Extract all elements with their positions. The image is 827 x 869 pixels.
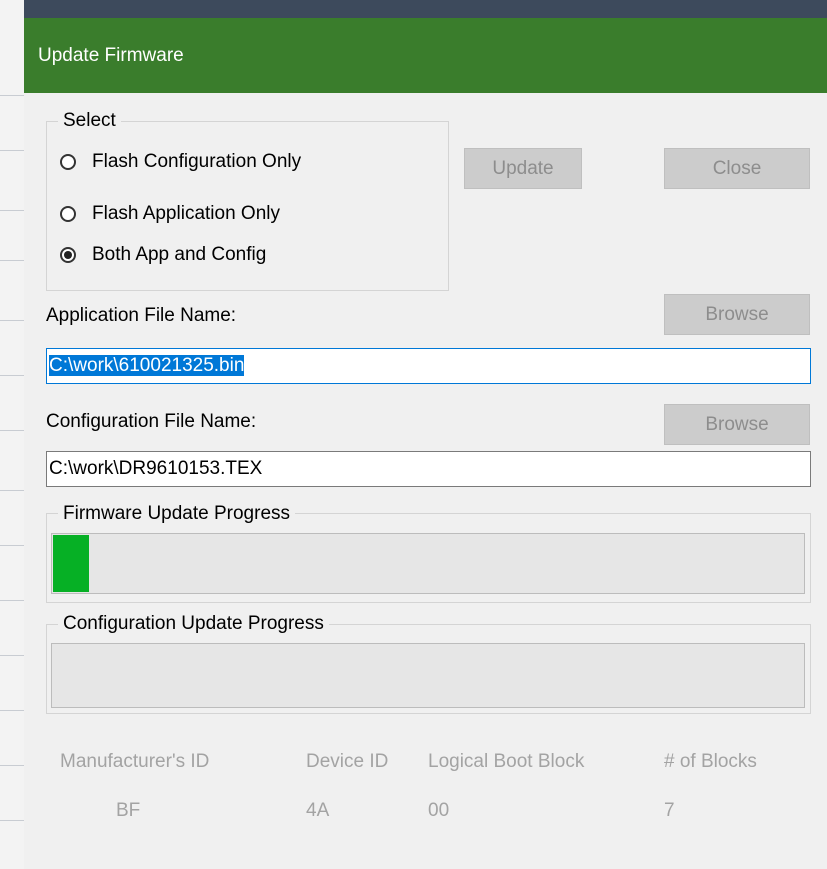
browse-button-label: Browse xyxy=(705,414,769,435)
device-id-label: Device ID xyxy=(306,751,389,772)
browse-button-label: Browse xyxy=(705,304,769,325)
radio-flash-configuration-only[interactable]: Flash Configuration Only xyxy=(60,151,301,173)
configuration-file-input[interactable]: C:\work\DR9610153.TEX xyxy=(46,451,811,487)
background-window xyxy=(0,0,24,869)
num-blocks-value: 7 xyxy=(664,800,675,821)
title-bar[interactable]: Update Firmware xyxy=(24,18,827,93)
application-file-value: C:\work\610021325.bin xyxy=(49,355,245,376)
manufacturer-id-value: BF xyxy=(116,800,141,821)
radio-label: Flash Configuration Only xyxy=(92,151,302,172)
device-id-value: 4A xyxy=(306,800,330,821)
radio-flash-application-only[interactable]: Flash Application Only xyxy=(60,203,280,225)
application-file-label: Application File Name: xyxy=(46,305,237,326)
select-group-legend: Select xyxy=(58,110,121,132)
application-file-input[interactable]: C:\work\610021325.bin xyxy=(46,348,811,384)
firmware-progress-bar xyxy=(51,533,805,594)
update-firmware-dialog: Update Firmware Select Flash Configurati… xyxy=(24,18,827,869)
num-blocks-label: # of Blocks xyxy=(664,751,757,772)
firmware-progress-fill xyxy=(53,535,89,592)
radio-indicator xyxy=(60,154,76,170)
update-button[interactable]: Update xyxy=(464,148,582,189)
radio-label: Flash Application Only xyxy=(92,203,280,224)
configuration-progress-bar xyxy=(51,643,805,708)
window-title: Update Firmware xyxy=(38,45,184,66)
radio-label: Both App and Config xyxy=(92,244,267,265)
radio-indicator-checked xyxy=(60,247,76,263)
radio-both-app-and-config[interactable]: Both App and Config xyxy=(60,244,266,266)
close-button-label: Close xyxy=(712,158,762,179)
manufacturer-id-label: Manufacturer's ID xyxy=(60,751,210,772)
radio-indicator xyxy=(60,206,76,222)
browse-application-button[interactable]: Browse xyxy=(664,294,810,335)
close-button[interactable]: Close xyxy=(664,148,810,189)
configuration-file-label: Configuration File Name: xyxy=(46,411,257,432)
configuration-file-value: C:\work\DR9610153.TEX xyxy=(49,458,263,479)
configuration-progress-legend: Configuration Update Progress xyxy=(58,613,329,635)
update-button-label: Update xyxy=(492,158,554,179)
browse-configuration-button[interactable]: Browse xyxy=(664,404,810,445)
logical-boot-block-label: Logical Boot Block xyxy=(428,751,585,772)
logical-boot-block-value: 00 xyxy=(428,800,450,821)
firmware-progress-legend: Firmware Update Progress xyxy=(58,503,296,525)
